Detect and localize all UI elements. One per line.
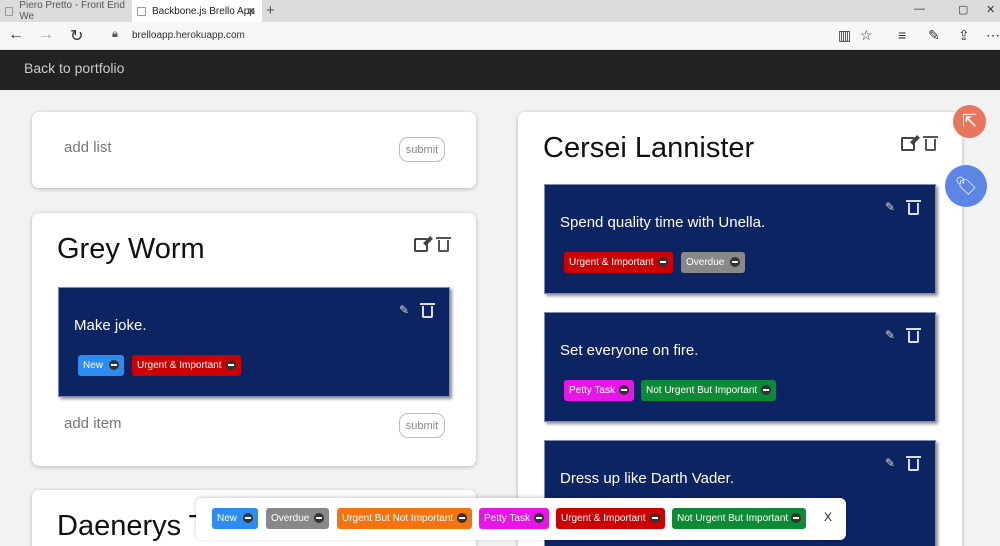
tag-urgent-important[interactable]: Urgent & Important (564, 252, 673, 273)
close-tag-palette-button[interactable]: X (824, 510, 832, 524)
tag-overdue[interactable]: Overdue (681, 252, 745, 273)
palette-tag-petty-task[interactable]: Petty Task (479, 508, 549, 529)
back-to-portfolio-link[interactable]: Back to portfolio (24, 60, 124, 76)
reading-view-icon[interactable]: ▥ (838, 27, 851, 44)
trash-icon[interactable] (906, 456, 921, 471)
trash-icon[interactable] (923, 136, 938, 151)
add-list-card: add list submit (32, 112, 476, 188)
tag-label: Overdue (271, 513, 310, 524)
remove-tag-icon[interactable] (457, 513, 467, 523)
more-icon[interactable]: ⋯ (986, 27, 1000, 44)
pencil-icon[interactable]: ✎ (399, 303, 409, 317)
tag-label: Urgent But Not Important (342, 513, 454, 524)
trash-icon[interactable] (436, 237, 451, 252)
list-title: Daenerys T (57, 510, 207, 542)
add-item-input[interactable]: add item (64, 415, 122, 432)
list-card-grey-worm: Grey Worm Make joke. ✎ New Urgent & Impo… (32, 213, 476, 466)
pencil-icon[interactable]: ✎ (885, 200, 895, 214)
refresh-icon[interactable]: ↻ (70, 26, 83, 46)
remove-tag-icon[interactable] (534, 513, 544, 523)
browser-tab-brello[interactable]: Backbone.js Brello App ✕ (132, 0, 262, 22)
tab-title: Backbone.js Brello App (152, 5, 255, 17)
palette-tag-urgent-important[interactable]: Urgent & Important (556, 508, 665, 529)
web-note-icon[interactable]: ✎ (928, 27, 940, 44)
remove-tag-icon[interactable] (109, 360, 119, 370)
palette-tag-not-urgent-important[interactable]: Not Urgent But Important (672, 508, 806, 529)
lock-icon: 🔒︎ (112, 28, 118, 40)
favorite-star-icon[interactable]: ☆ (860, 27, 873, 44)
remove-tag-icon[interactable] (243, 513, 253, 523)
tag-label: Petty Task (569, 385, 615, 396)
maximize-icon[interactable]: ▢ (958, 3, 968, 16)
list-item[interactable]: Set everyone on fire. ✎ Petty Task Not U… (544, 312, 936, 422)
forward-arrow-icon[interactable]: → (38, 26, 54, 44)
app-header: Back to portfolio (0, 50, 1000, 90)
trash-icon[interactable] (906, 328, 921, 343)
new-tab-icon[interactable]: + (266, 2, 275, 19)
edit-icon[interactable] (414, 238, 428, 252)
trash-icon[interactable] (906, 200, 921, 215)
add-item-submit-button[interactable]: submit (399, 413, 445, 438)
palette-tag-urgent-not-important[interactable]: Urgent But Not Important (337, 508, 472, 529)
list-title: Cersei Lannister (543, 132, 755, 164)
close-window-icon[interactable]: ✕ (986, 3, 995, 16)
tag-not-urgent-important[interactable]: Not Urgent But Important (641, 380, 776, 401)
add-list-submit-button[interactable]: submit (399, 137, 445, 162)
tag-label: Urgent & Important (569, 257, 654, 268)
tag-label: New (83, 360, 104, 371)
minimize-icon[interactable]: — (914, 3, 925, 15)
add-list-input[interactable]: add list (64, 139, 112, 156)
tag-urgent-important[interactable]: Urgent & Important (132, 355, 241, 376)
remove-tag-icon[interactable] (314, 513, 324, 523)
remove-tag-icon[interactable] (658, 257, 668, 267)
address-bar: ← → ↻ 🔒︎ brelloapp.herokuapp.com ▥ ☆ ≡ ✎… (0, 22, 1000, 50)
tag-label: Urgent & Important (137, 360, 222, 371)
remove-tag-icon[interactable] (761, 385, 771, 395)
close-tab-icon[interactable]: ✕ (247, 5, 256, 18)
pencil-icon[interactable]: ✎ (885, 456, 895, 470)
item-text: Dress up like Darth Vader. (560, 470, 734, 487)
tag-icon: 🏷︎ (954, 175, 978, 196)
list-card-cersei-lannister: Cersei Lannister Spend quality time with… (518, 112, 962, 546)
remove-tag-icon[interactable] (650, 513, 660, 523)
palette-tag-overdue[interactable]: Overdue (266, 508, 329, 529)
remove-tag-icon[interactable] (619, 385, 629, 395)
tag-petty-task[interactable]: Petty Task (564, 380, 634, 401)
share-icon[interactable]: ⇪ (958, 27, 970, 44)
tag-label: Not Urgent But Important (677, 513, 789, 524)
edit-icon[interactable] (901, 137, 915, 151)
list-item[interactable]: Spend quality time with Unella. ✎ Urgent… (544, 184, 936, 294)
palette-tag-new[interactable]: New (212, 508, 258, 529)
share-list-button[interactable]: ⇱ (953, 105, 986, 138)
remove-tag-icon[interactable] (791, 513, 801, 523)
tag-label: Petty Task (484, 513, 530, 524)
browser-tab-strip: Piero Pretto - Front End We Backbone.js … (0, 0, 1000, 22)
tag-label: Overdue (686, 257, 725, 268)
url-field[interactable]: brelloapp.herokuapp.com (132, 30, 245, 41)
list-item[interactable]: Make joke. ✎ New Urgent & Important (58, 287, 450, 397)
remove-tag-icon[interactable] (730, 257, 740, 267)
tag-label: Urgent & Important (561, 513, 646, 524)
trash-icon[interactable] (420, 303, 435, 318)
hub-icon[interactable]: ≡ (898, 27, 906, 43)
page-icon (5, 6, 14, 16)
tab-title: Piero Pretto - Front End We (19, 0, 125, 22)
browser-tab-portfolio[interactable]: Piero Pretto - Front End We (0, 0, 130, 22)
tag-label: Not Urgent But Important (646, 385, 758, 396)
list-title: Grey Worm (57, 233, 205, 265)
back-arrow-icon[interactable]: ← (8, 26, 24, 44)
pencil-icon[interactable]: ✎ (885, 328, 895, 342)
share-icon: ⇱ (961, 111, 978, 131)
remove-tag-icon[interactable] (226, 360, 236, 370)
tag-label: New (217, 513, 238, 524)
page-icon (137, 6, 146, 16)
item-text: Set everyone on fire. (560, 342, 699, 359)
tag-palette: New Overdue Urgent But Not Important Pet… (196, 498, 846, 540)
item-text: Spend quality time with Unella. (560, 214, 766, 231)
tags-panel-button[interactable]: 🏷︎ (945, 165, 987, 207)
item-text: Make joke. (74, 317, 147, 334)
tag-new[interactable]: New (78, 355, 124, 376)
